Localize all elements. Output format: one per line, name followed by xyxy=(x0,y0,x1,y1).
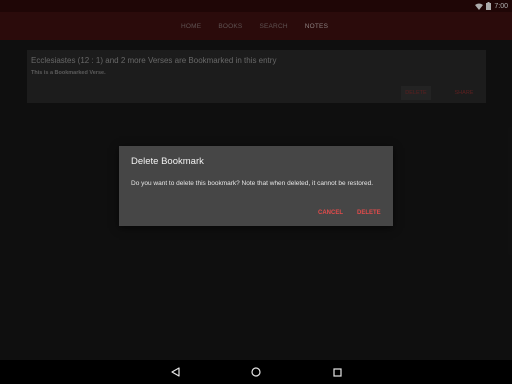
dialog-message: Do you want to delete this bookmark? Not… xyxy=(131,180,374,187)
dialog-title: Delete Bookmark xyxy=(131,156,204,167)
confirm-delete-button[interactable]: DELETE xyxy=(357,207,381,219)
navigation-bar xyxy=(0,360,512,384)
recents-icon[interactable] xyxy=(331,366,343,378)
cancel-button[interactable]: CANCEL xyxy=(318,207,343,219)
home-icon[interactable] xyxy=(250,366,262,378)
back-icon[interactable] xyxy=(169,366,181,378)
delete-bookmark-dialog: Delete Bookmark Do you want to delete th… xyxy=(119,146,393,226)
